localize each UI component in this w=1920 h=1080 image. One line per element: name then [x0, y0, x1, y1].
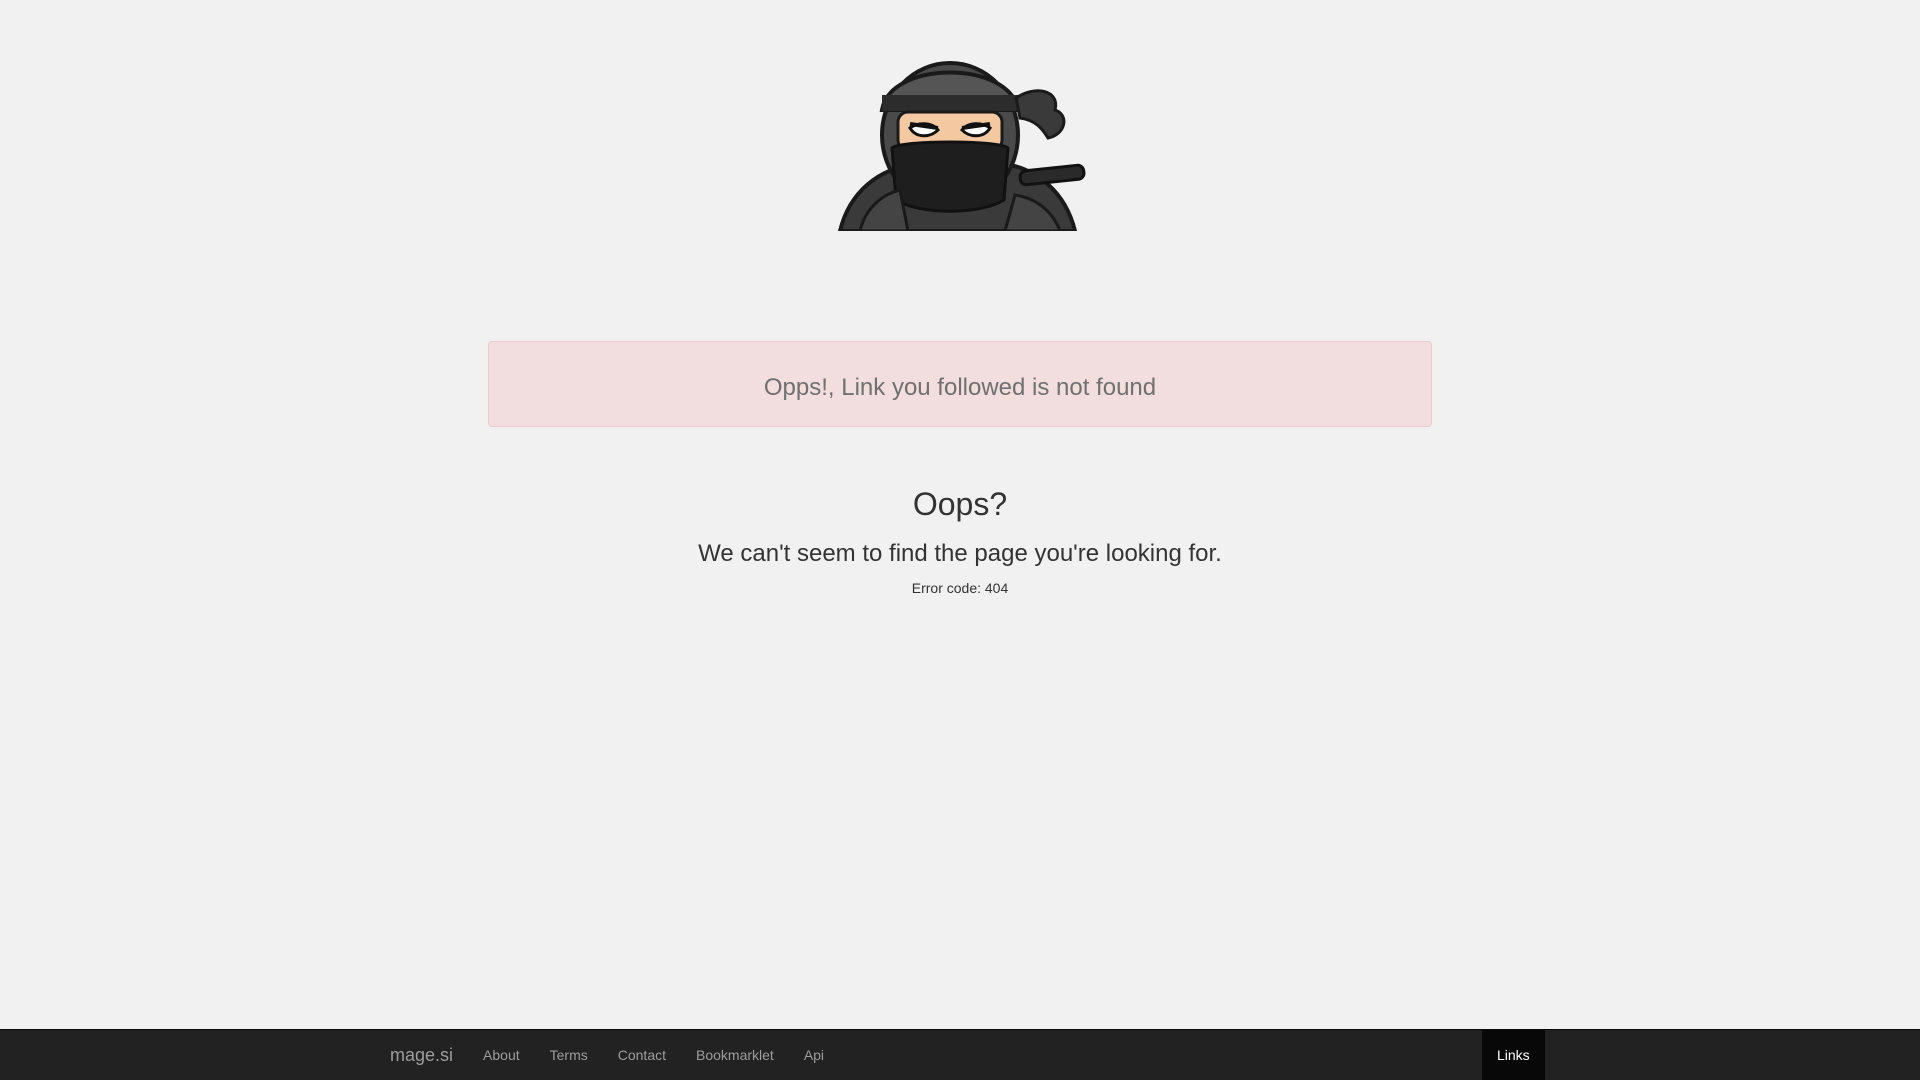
error-title: Oops? [912, 486, 1008, 522]
brand-link[interactable]: mage.si [375, 1045, 468, 1066]
footer-link-links-active[interactable]: Links [1482, 1030, 1545, 1080]
error-page: Opps!, Link you followed is not found Oo… [0, 0, 1920, 1080]
ninja-mascot-icon [820, 40, 1100, 231]
footer-nav: mage.si About Terms Contact Bookmarklet … [375, 1030, 839, 1080]
footer-link-bookmarklet[interactable]: Bookmarklet [681, 1047, 789, 1063]
error-subtitle: We can't seem to find the page you're lo… [698, 540, 1222, 567]
alert-message: Opps!, Link you followed is not found [763, 374, 1157, 401]
not-found-alert: Opps!, Link you followed is not found [488, 341, 1432, 427]
error-code: Error code: 404 [911, 580, 1009, 596]
footer-link-api[interactable]: Api [789, 1047, 839, 1063]
footer-navbar: mage.si About Terms Contact Bookmarklet … [0, 1029, 1920, 1080]
footer-link-about[interactable]: About [468, 1047, 535, 1063]
footer-link-links[interactable]: Links [1497, 1047, 1530, 1063]
footer-link-terms[interactable]: Terms [535, 1047, 603, 1063]
footer-link-contact[interactable]: Contact [603, 1047, 681, 1063]
